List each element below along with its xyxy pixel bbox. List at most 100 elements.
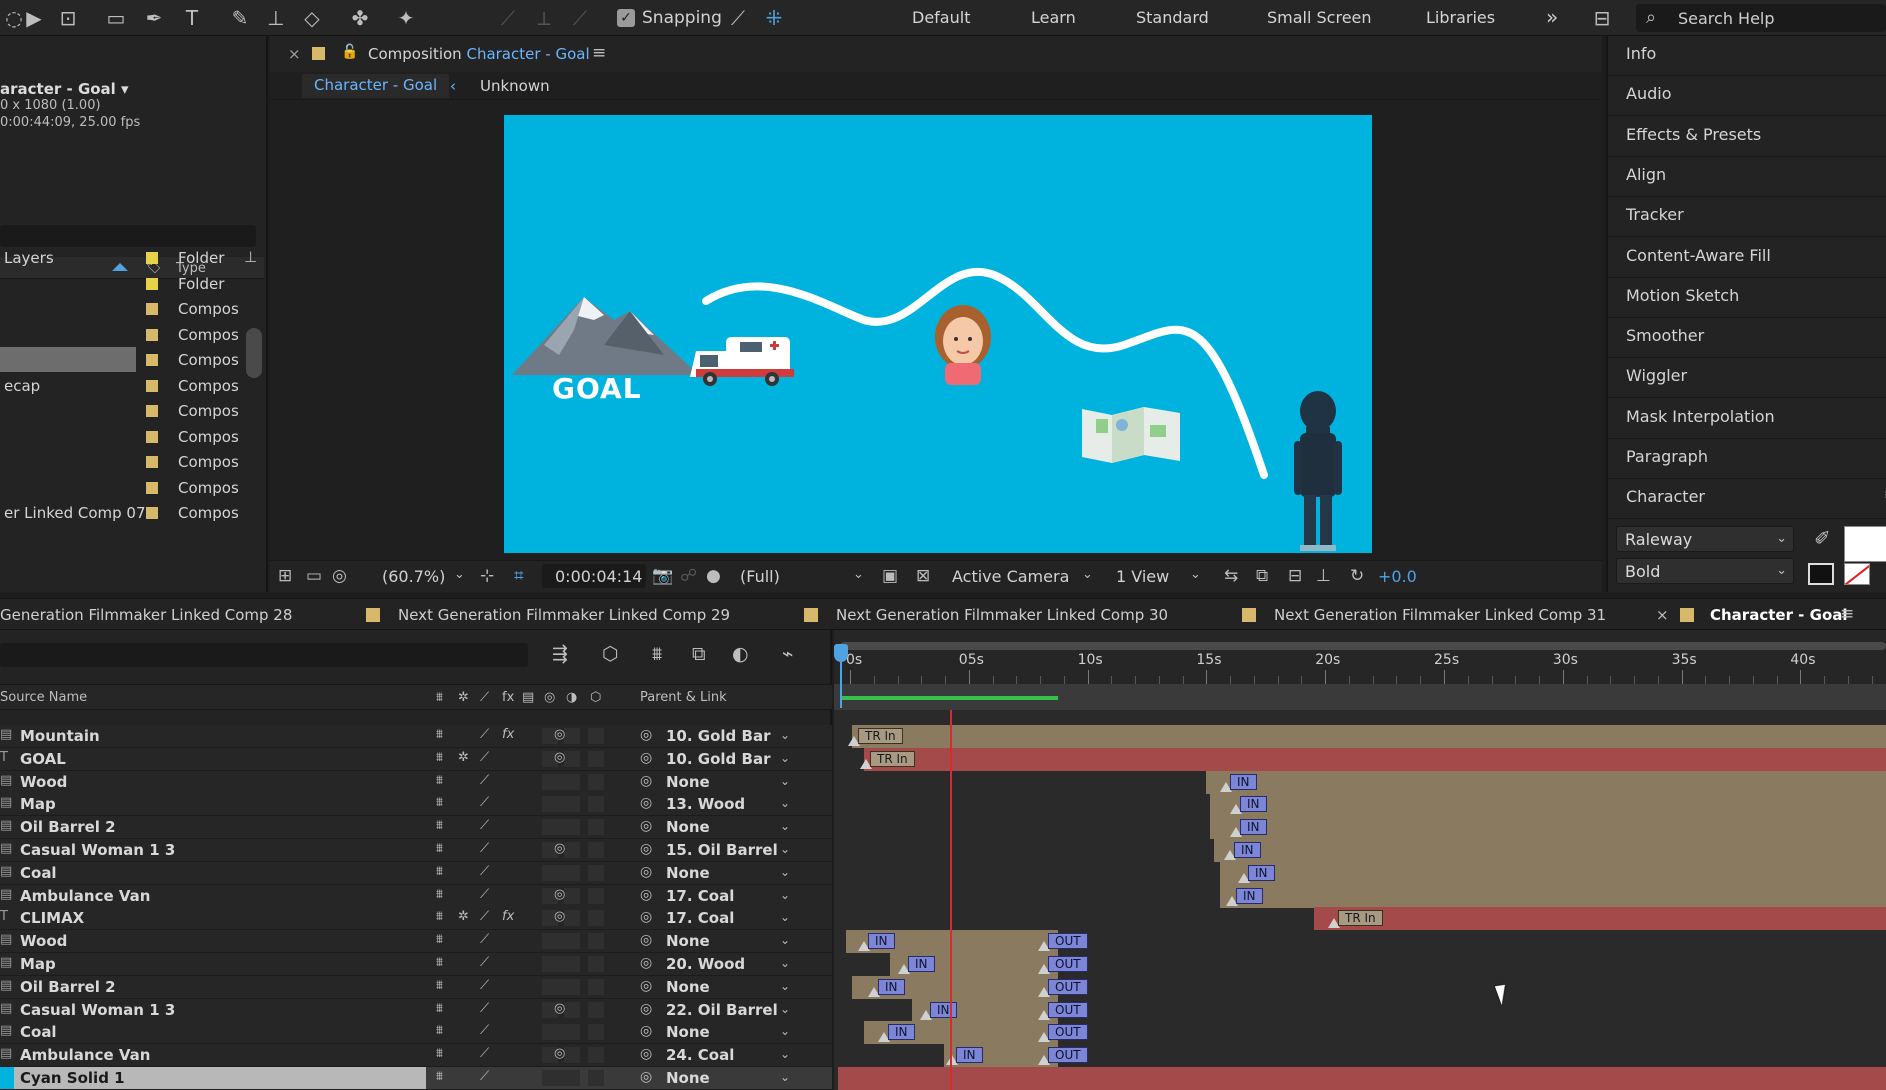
font-style-dropdown[interactable]: Bold ⌄ [1616,558,1794,584]
adjustment-switch[interactable] [564,773,580,790]
3d-layer-switch[interactable] [588,750,604,767]
tr-in-marker[interactable]: TR In [870,750,915,767]
flowchart-icon[interactable]: ⊥ [244,248,257,266]
3d-layer-switch[interactable] [588,1047,604,1064]
chevron-down-icon[interactable]: ⌄ [780,956,790,970]
out-marker[interactable]: OUT [1048,933,1088,950]
chevron-down-icon[interactable]: ⌄ [780,796,790,810]
composition-tab-title[interactable]: Composition Character - Goal [368,45,590,63]
3d-layer-switch[interactable] [588,1001,604,1018]
quality-switch-icon[interactable]: ⟋ [480,1023,489,1038]
shy-switch-icon[interactable]: ⩩ [436,727,443,742]
brush-tool-icon[interactable]: ✎ [226,4,254,32]
adjustment-switch[interactable] [564,728,580,744]
frame-blend-switch[interactable] [550,956,566,972]
parent-dropdown[interactable]: None [666,773,796,792]
quality-switch-icon[interactable]: ⟋ [480,841,489,856]
chevron-down-icon[interactable]: ⌄ [780,865,790,879]
layer-row[interactable]: ▤ Wood ⩩ ⟋ ◎ None ⌄ [0,930,832,954]
frame-blending-icon[interactable]: ⧉ [692,643,706,665]
label-color-swatch[interactable] [146,507,158,519]
shy-switch-icon[interactable]: ⩩ [436,1069,443,1084]
pick-whip-icon[interactable]: ◎ [640,1046,652,1062]
fit-icon[interactable]: ⊹ [480,566,494,586]
graph-editor-icon[interactable]: ⌁ [782,643,793,665]
3d-layer-switch[interactable] [588,1070,604,1086]
frame-blend-icon[interactable]: ◎ [554,909,565,924]
pan-behind-tool-icon[interactable]: ⊡ [54,4,82,32]
frame-blend-switch[interactable] [550,773,566,790]
layer-duration-bar[interactable] [864,747,1886,771]
show-snapshot-icon[interactable]: ☍ [680,566,697,586]
parent-dropdown[interactable]: None [666,1069,796,1088]
fast-preview-icon[interactable]: ⧉ [1256,566,1268,586]
layer-row[interactable]: ▤ Coal ⩩ ⟋ ◎ None ⌄ [0,1021,832,1045]
in-marker[interactable]: IN [1236,887,1263,904]
project-item-row[interactable]: Compos [0,322,246,347]
frame-blend-icon[interactable]: ◎ [554,841,565,856]
frame-blend-switch[interactable] [550,796,566,813]
pick-whip-icon[interactable]: ◎ [640,1001,652,1017]
parent-dropdown[interactable]: None [666,932,796,951]
in-marker[interactable]: IN [1248,864,1275,881]
transparency-grid-icon[interactable]: ⊠ [916,566,930,586]
project-search-input[interactable] [0,225,256,247]
quality-switch-icon[interactable]: ⟋ [480,818,489,833]
project-item-row[interactable]: Compos [0,398,246,423]
layer-duration-bar[interactable] [852,725,1886,748]
label-color-swatch[interactable] [146,481,158,494]
quality-switch-icon[interactable]: ⟋ [480,978,489,993]
fx-switch-icon[interactable]: fx [502,909,514,924]
clone-stamp-tool-icon[interactable]: ⊥ [262,4,290,32]
tab-linked-comp-28[interactable]: Generation Filmmaker Linked Comp 28 [0,606,292,624]
out-marker[interactable]: OUT [1048,978,1088,995]
chevron-down-icon[interactable]: ⌄ [780,774,790,788]
type-tool-icon[interactable]: T [178,4,206,32]
shy-switch-icon[interactable]: ⩩ [436,1023,443,1038]
panel-item-character[interactable]: Character [1626,487,1705,506]
breadcrumb-character-goal[interactable]: Character - Goal [302,74,450,98]
quality-switch-icon[interactable]: ⟋ [480,955,489,970]
pick-whip-icon[interactable]: ◎ [640,727,652,743]
stroke-color-swatch[interactable] [1808,563,1834,585]
parent-dropdown[interactable]: 20. Wood [666,955,796,974]
composition-flowchart-icon[interactable]: ⇶ [552,643,568,665]
shy-switch-icon[interactable]: ⩩ [436,978,443,993]
view-layout-dropdown[interactable]: 1 View [1116,567,1169,586]
panel-item-effects-presets[interactable]: Effects & Presets [1626,125,1761,144]
out-marker[interactable]: OUT [1048,1024,1088,1041]
in-marker[interactable]: IN [1240,819,1267,836]
frame-blend-switch[interactable] [550,864,566,881]
exposure-value[interactable]: +0.0 [1378,567,1417,586]
camera-tool-icon[interactable]: ▶ [20,4,48,32]
channel-color-icon[interactable]: ● [706,566,721,586]
close-icon[interactable]: × [1656,606,1669,624]
quality-switch-icon[interactable]: ⟋ [480,864,489,879]
frame-blend-icon[interactable]: ◎ [554,750,565,765]
pick-whip-icon[interactable]: ◎ [640,1069,652,1085]
pick-whip-icon[interactable]: ◎ [640,795,652,811]
pick-whip-icon[interactable]: ◎ [640,978,652,994]
fill-color-swatch[interactable] [1844,526,1886,562]
chevron-down-icon[interactable]: ⌄ [780,1070,790,1084]
project-item-row[interactable]: ecap Compos [0,373,246,398]
frame-blend-switch[interactable] [550,819,566,836]
in-marker[interactable]: IN [888,1024,915,1041]
panel-item-motion-sketch[interactable]: Motion Sketch [1626,286,1739,305]
layer-row[interactable]: ▤ Casual Woman 1 3 ⩩ ⟋ ◎ ◎ 15. Oil Barrel ⌄ [0,839,832,862]
project-scrollbar[interactable] [246,328,262,378]
shy-switch-icon[interactable]: ⩩ [436,932,443,947]
flowchart-icon[interactable]: ⊥ [1316,566,1331,586]
layer-row[interactable]: ▤ Casual Woman 1 3 ⩩ ⟋ ◎ ◎ 22. Oil Barrel ⌄ [0,998,832,1022]
source-name-header[interactable]: Source Name [0,690,87,705]
adjustment-switch[interactable] [564,956,580,972]
adjustment-switch[interactable] [564,750,580,767]
workspace-default[interactable]: Default [912,8,970,27]
layer-row[interactable]: ▤ Wood ⩩ ⟋ ◎ None ⌄ [0,770,832,794]
toggle-pixel-aspect-icon[interactable]: ⇆ [1224,566,1238,586]
pick-whip-icon[interactable]: ◎ [640,773,652,789]
label-color-swatch[interactable] [146,252,158,264]
project-item-row[interactable]: er Linked Comp 07 Compos [0,500,246,525]
parent-link-header[interactable]: Parent & Link [640,690,727,705]
shy-switch-icon[interactable]: ⩩ [436,795,443,810]
